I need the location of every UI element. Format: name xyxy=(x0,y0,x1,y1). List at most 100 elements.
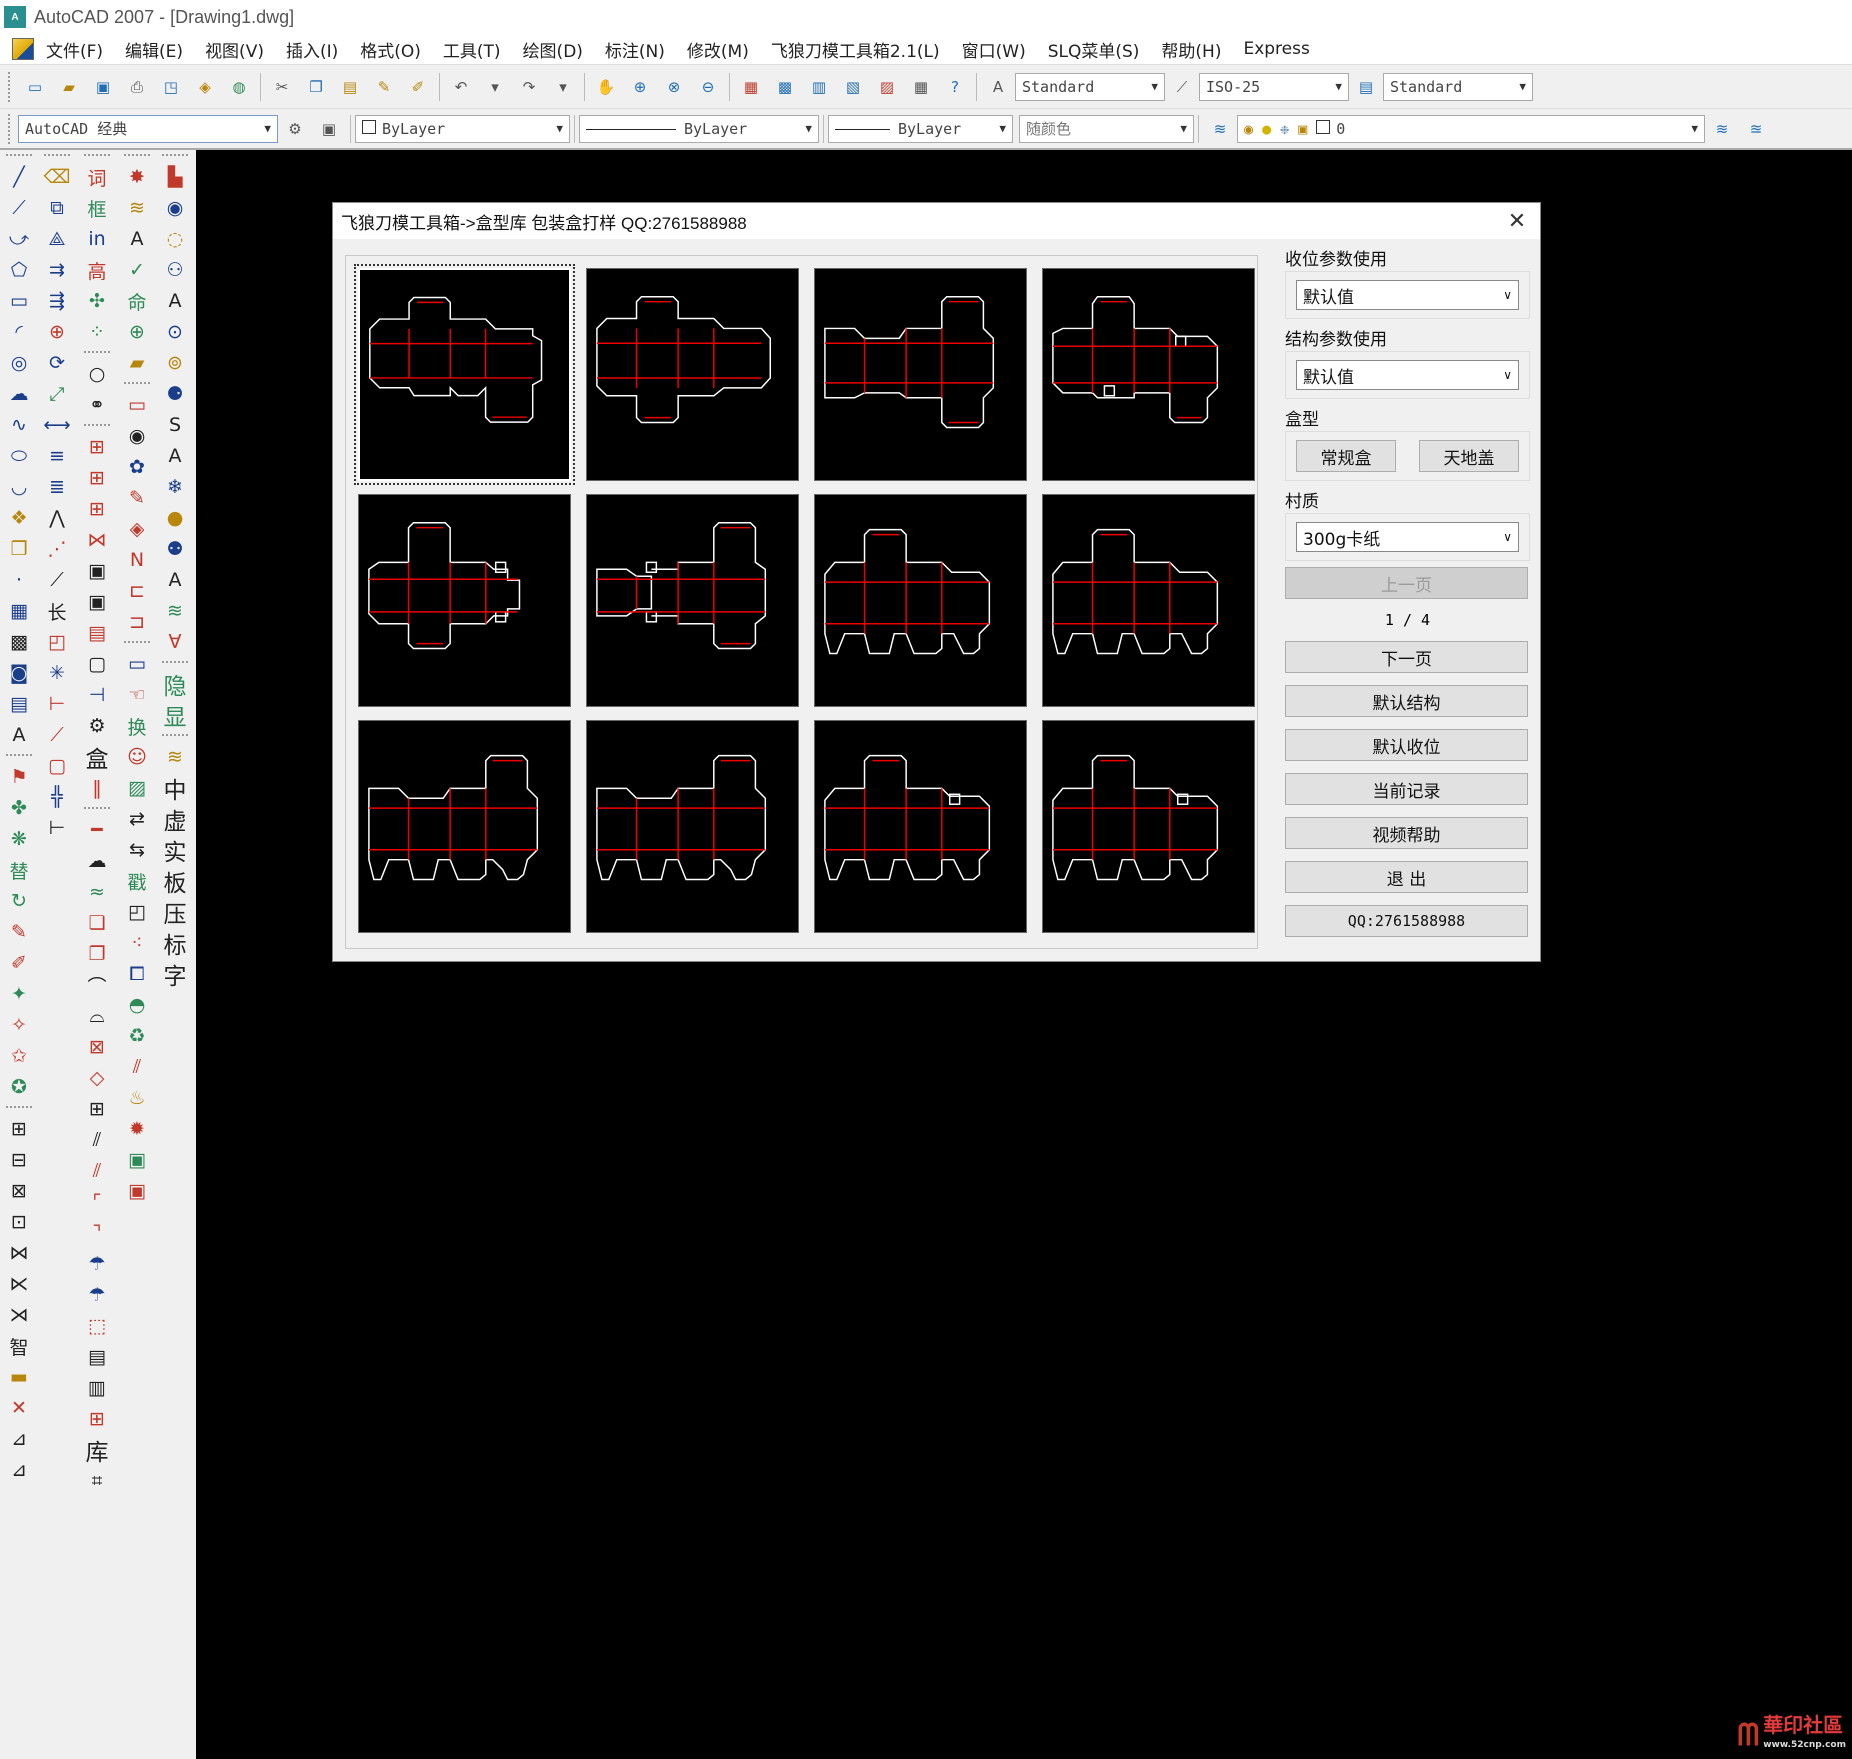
fillet-icon[interactable]: ◰ xyxy=(42,627,72,657)
scale-object-icon[interactable]: ⤢ xyxy=(42,379,72,409)
tool-f-icon[interactable]: ✩ xyxy=(4,1041,34,1071)
text-a-icon-3[interactable]: A xyxy=(160,565,190,595)
make-layer-current-icon[interactable]: ≋ xyxy=(1709,116,1735,142)
offset-icon[interactable]: ⇉ xyxy=(42,255,72,285)
region-icon[interactable]: ◙ xyxy=(4,658,34,688)
table-icon[interactable]: ▤ xyxy=(4,689,34,719)
tool-c-icon[interactable]: ✐ xyxy=(4,948,34,978)
gear-icon[interactable]: ⚙ xyxy=(82,711,112,741)
shape-icon-2[interactable]: ❐ xyxy=(82,939,112,969)
step-icon-2[interactable]: ⊐ xyxy=(122,607,152,637)
menu-feilang-toolbox[interactable]: 飞狼刀模工具箱2.1(L) xyxy=(771,37,940,62)
default-storage-button[interactable]: 默认收位 xyxy=(1285,729,1528,761)
refresh-tool-icon[interactable]: ↻ xyxy=(4,886,34,916)
delete-x-icon[interactable]: ✕ xyxy=(4,1393,34,1423)
grid-red-icon[interactable]: ⊞ xyxy=(82,1404,112,1434)
erase-icon[interactable]: ⌫ xyxy=(42,162,72,192)
dim-icon-5[interactable]: ⋈ xyxy=(4,1238,34,1268)
excel-cad-icon[interactable]: ⇆ xyxy=(122,835,152,865)
break-icon[interactable]: ⋀ xyxy=(42,503,72,533)
video-help-button[interactable]: 视频帮助 xyxy=(1285,817,1528,849)
dim-aligned-icon[interactable]: ⟋ xyxy=(42,720,72,750)
dim-12-icon[interactable]: ⊞ xyxy=(4,1114,34,1144)
folder-icon[interactable]: ▰ xyxy=(122,348,152,378)
mtext-icon[interactable]: A xyxy=(4,720,34,750)
undo-icon[interactable]: ↶ xyxy=(448,74,474,100)
box-dotted-icon[interactable]: ⬚ xyxy=(82,1311,112,1341)
menu-slq[interactable]: SLQ菜单(S) xyxy=(1048,37,1140,62)
move-icon[interactable]: ⊕ xyxy=(42,317,72,347)
trim-icon[interactable]: ≡ xyxy=(42,441,72,471)
point-icon[interactable]: · xyxy=(4,565,34,595)
scale-icon-2[interactable]: ⊿ xyxy=(4,1455,34,1485)
shape-icon[interactable]: ❏ xyxy=(82,908,112,938)
knife-icon[interactable]: ‖ xyxy=(82,773,112,803)
circle-icon[interactable]: ◎ xyxy=(4,348,34,378)
material-select[interactable]: 300g卡纸 ∨ xyxy=(1296,522,1519,552)
glove-icon-2[interactable]: ☂ xyxy=(82,1280,112,1310)
text-a-icon[interactable]: A xyxy=(160,286,190,316)
current-record-button[interactable]: 当前记录 xyxy=(1285,773,1528,805)
box-tool-icon-4[interactable]: ▢ xyxy=(82,649,112,679)
table-style-icon[interactable]: ▤ xyxy=(1353,74,1379,100)
tool-palettes-icon[interactable]: ▥ xyxy=(806,74,832,100)
hand-icon[interactable]: ☜ xyxy=(122,680,152,710)
copy-object-icon[interactable]: ⧉ xyxy=(42,193,72,223)
lid-box-button[interactable]: 天地盖 xyxy=(1419,440,1519,472)
menu-tools[interactable]: 工具(T) xyxy=(443,37,501,62)
dim-linear-icon[interactable]: ⊢ xyxy=(42,689,72,719)
toolbar-grip[interactable] xyxy=(8,71,12,102)
command-icon[interactable]: 命 xyxy=(122,286,152,316)
corner-icon-2[interactable]: ⌝ xyxy=(82,1218,112,1248)
ellipse-icon[interactable]: ⬭ xyxy=(4,441,34,471)
lamp-icon[interactable]: ♨ xyxy=(122,1083,152,1113)
gradient-box-icon[interactable]: ▨ xyxy=(122,773,152,803)
dim-style-icon[interactable]: ⟋ xyxy=(1169,74,1195,100)
redo-icon[interactable]: ↷ xyxy=(516,74,542,100)
circle-tool-icon[interactable]: ○ xyxy=(82,359,112,389)
box-thumb-11[interactable] xyxy=(814,720,1027,933)
bucket-icon[interactable]: ◓ xyxy=(122,990,152,1020)
tool-a-icon[interactable]: ⚑ xyxy=(4,762,34,792)
plus-shield-icon[interactable]: ⊕ xyxy=(122,317,152,347)
step-icon[interactable]: ⊏ xyxy=(122,576,152,606)
box-thumb-10[interactable] xyxy=(586,720,799,933)
array-icon[interactable]: ⇶ xyxy=(42,286,72,316)
construction-line-icon[interactable]: ⟋ xyxy=(4,193,34,223)
menu-express[interactable]: Express xyxy=(1243,39,1309,59)
copy-icon[interactable]: ❐ xyxy=(303,74,329,100)
slash-red-icon[interactable]: ⫽ xyxy=(82,1156,112,1186)
regular-box-button[interactable]: 常规盒 xyxy=(1296,440,1396,472)
text-style-icon[interactable]: A xyxy=(985,74,1011,100)
chain-icon[interactable]: ⚭ xyxy=(82,390,112,420)
dim-box-icon[interactable]: ▢ xyxy=(42,751,72,781)
lineweight-combo[interactable]: ByLayer ▼ xyxy=(828,114,1013,143)
curve-icon[interactable]: ⌒ xyxy=(82,970,112,1000)
crease-tool[interactable]: 压 xyxy=(160,897,190,928)
mark-tool[interactable]: 标 xyxy=(160,928,190,959)
library-sub-icon[interactable]: ⌗ xyxy=(82,1466,112,1496)
exit-button[interactable]: 退 出 xyxy=(1285,861,1528,893)
box-thumb-8[interactable] xyxy=(1042,494,1255,707)
workspace-settings-icon[interactable]: ⚙ xyxy=(282,116,308,142)
tv-icon[interactable]: ▭ xyxy=(122,390,152,420)
hide-tool[interactable]: 隐 xyxy=(160,669,190,700)
box-tool-icon-3[interactable]: ▤ xyxy=(82,618,112,648)
open-file-icon[interactable]: ▰ xyxy=(56,74,82,100)
gradient-icon[interactable]: ▩ xyxy=(4,627,34,657)
zoom-realtime-icon[interactable]: ⊕ xyxy=(627,74,653,100)
box-thumb-6[interactable] xyxy=(586,494,799,707)
zoom-window-icon[interactable]: ⊗ xyxy=(661,74,687,100)
glove-icon[interactable]: ☂ xyxy=(82,1249,112,1279)
box-thumb-4[interactable] xyxy=(1042,268,1255,481)
layers-tool-icon[interactable]: ≋ xyxy=(160,742,190,772)
box-thumb-3[interactable] xyxy=(814,268,1027,481)
height-icon[interactable]: 高 xyxy=(82,255,112,285)
block-tool-icon[interactable]: ✤ xyxy=(4,793,34,823)
box-thumb-5[interactable] xyxy=(358,494,571,707)
publish-icon[interactable]: ◈ xyxy=(192,74,218,100)
structure-params-select[interactable]: 默认值 ∨ xyxy=(1296,360,1519,390)
menu-window[interactable]: 窗口(W) xyxy=(962,37,1026,62)
polygon-icon[interactable]: ⬠ xyxy=(4,255,34,285)
box-tool-icon-2[interactable]: ▣ xyxy=(82,587,112,617)
